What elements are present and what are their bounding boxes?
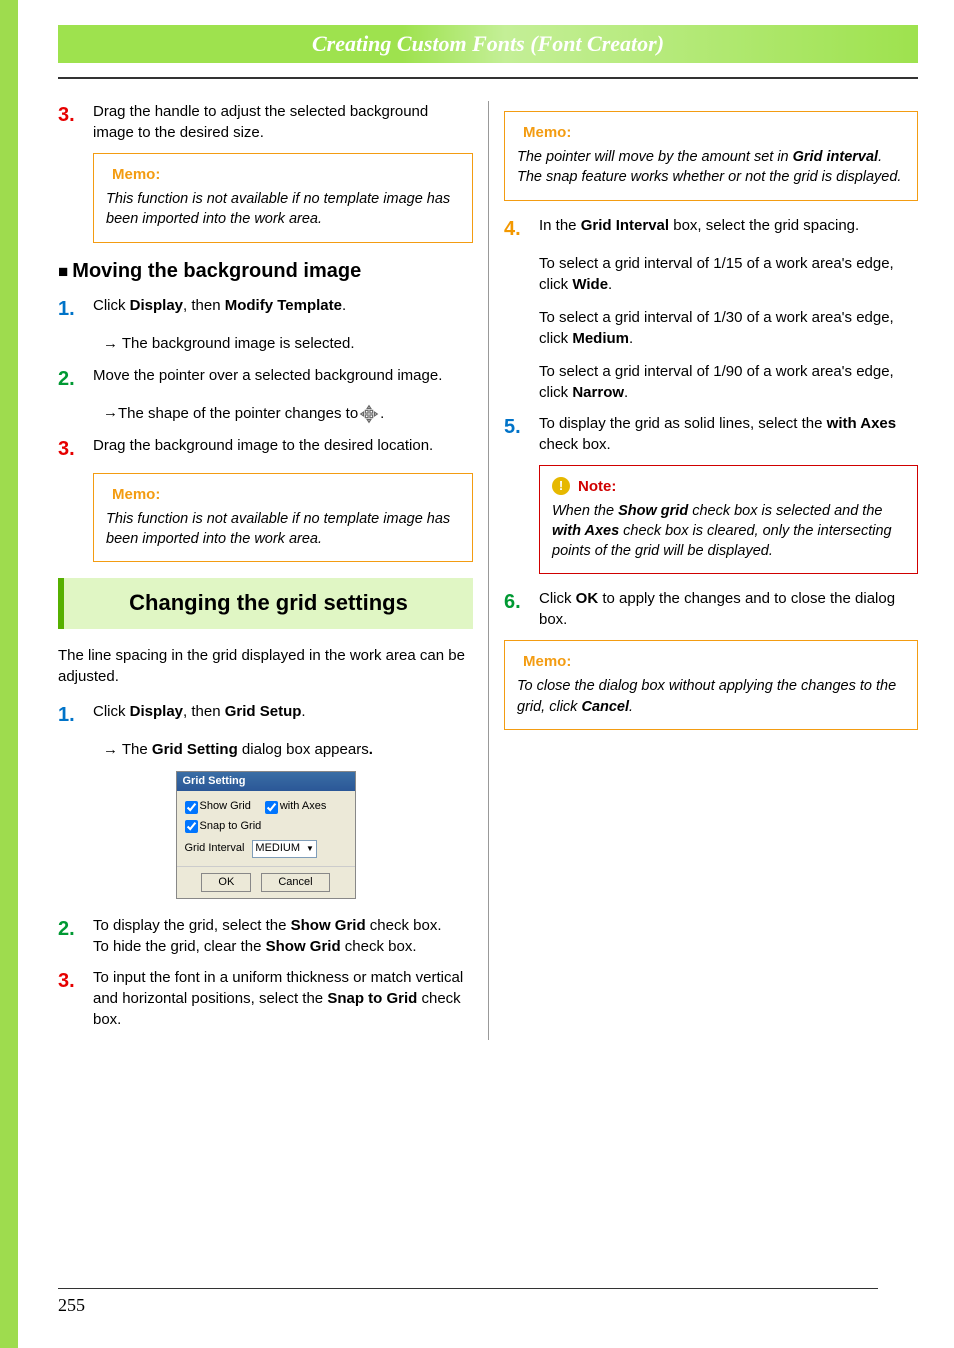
memo-text: This function is not available if no tem… <box>106 509 460 550</box>
memo-label: Memo: <box>112 484 160 505</box>
step-number: 1. <box>58 701 93 729</box>
step-1-grid-setup: 1. Click Display, then Grid Setup. <box>58 701 473 729</box>
page-number: 255 <box>58 1295 85 1315</box>
dialog-titlebar: Grid Setting <box>177 772 355 791</box>
memo-text: This function is not available if no tem… <box>106 189 460 230</box>
step-text: Click Display, then Grid Setup. <box>93 701 473 722</box>
memo-header: Memo: <box>106 164 460 185</box>
step-4-grid-interval: 4. In the Grid Interval box, select the … <box>504 215 918 243</box>
grid-interval-select[interactable]: MEDIUM ▼ <box>252 840 317 857</box>
column-left: 3. Drag the handle to adjust the selecte… <box>58 101 488 1040</box>
page-banner: Creating Custom Fonts (Font Creator) <box>58 25 918 63</box>
step-5-with-axes: 5. To display the grid as solid lines, s… <box>504 413 918 455</box>
step-1-click-display: 1. Click Display, then Modify Template. <box>58 295 473 323</box>
square-bullet-icon: ■ <box>58 262 68 281</box>
memo-label: Memo: <box>112 164 160 185</box>
step-number: 1. <box>58 295 93 323</box>
step-3-drag-bg: 3. Drag the background image to the desi… <box>58 435 473 463</box>
page-footer: 255 <box>58 1288 878 1318</box>
step-text: To input the font in a uniform thickness… <box>93 967 473 1030</box>
tab-strip <box>0 0 18 1348</box>
note-label: Note: <box>578 476 616 497</box>
memo-header: Memo: <box>517 651 905 672</box>
memo-label: Memo: <box>523 122 571 143</box>
show-grid-label: Show Grid <box>200 799 251 814</box>
note-box: ! Note: When the Show grid check box is … <box>539 465 918 575</box>
memo-box: Memo: The pointer will move by the amoun… <box>504 111 918 201</box>
step-number: 3. <box>58 101 93 129</box>
ok-button[interactable]: OK <box>201 873 251 892</box>
step-number: 6. <box>504 588 539 616</box>
step-text: Move the pointer over a selected backgro… <box>93 365 473 386</box>
memo-header: Memo: <box>106 484 460 505</box>
column-right: Memo: The pointer will move by the amoun… <box>488 101 918 1040</box>
move-cursor-icon <box>358 403 380 425</box>
step-text: Drag the handle to adjust the selected b… <box>93 101 473 143</box>
note-text: When the Show grid check box is selected… <box>552 501 905 562</box>
step-detail-narrow: To select a grid interval of 1/90 of a w… <box>539 361 918 403</box>
step-2-move-pointer: 2. Move the pointer over a selected back… <box>58 365 473 393</box>
step-text: To display the grid as solid lines, sele… <box>539 413 918 455</box>
step-2-show-grid: 2. To display the grid, select the Show … <box>58 915 473 957</box>
page: Creating Custom Fonts (Font Creator) 3. … <box>0 0 954 1348</box>
memo-header: Memo: <box>517 122 905 143</box>
step-number: 2. <box>58 915 93 943</box>
memo-box: Memo: To close the dialog box without ap… <box>504 640 918 730</box>
note-header: ! Note: <box>552 476 905 497</box>
memo-label: Memo: <box>523 651 571 672</box>
step-text: To display the grid, select the Show Gri… <box>93 915 473 957</box>
step-text: Click OK to apply the changes and to clo… <box>539 588 918 630</box>
memo-box: Memo: This function is not available if … <box>93 473 473 563</box>
step-6-click-ok: 6. Click OK to apply the changes and to … <box>504 588 918 630</box>
step-number: 2. <box>58 365 93 393</box>
subheading-text: Moving the background image <box>72 260 361 282</box>
step-text: In the Grid Interval box, select the gri… <box>539 215 918 236</box>
subheading-moving-bg: ■Moving the background image <box>58 257 473 285</box>
step-detail-wide: To select a grid interval of 1/15 of a w… <box>539 253 918 295</box>
step-detail-medium: To select a grid interval of 1/30 of a w… <box>539 307 918 349</box>
step-text: Click Display, then Modify Template. <box>93 295 473 316</box>
step-result: → The Grid Setting dialog box appears. <box>103 739 473 761</box>
grid-setting-dialog: Grid Setting Show Grid with Axes Snap to… <box>176 771 356 899</box>
grid-interval-label: Grid Interval <box>185 841 245 856</box>
with-axes-checkbox[interactable] <box>265 801 278 814</box>
dialog-body: Show Grid with Axes Snap to Grid Grid In… <box>177 791 355 865</box>
step-3-snap-to-grid: 3. To input the font in a uniform thickn… <box>58 967 473 1030</box>
dropdown-arrow-icon: ▼ <box>306 843 314 854</box>
main-content: Creating Custom Fonts (Font Creator) 3. … <box>18 0 954 1348</box>
step-number: 4. <box>504 215 539 243</box>
intro-text: The line spacing in the grid displayed i… <box>58 645 473 687</box>
memo-box: Memo: This function is not available if … <box>93 153 473 243</box>
section-title-grid-settings: Changing the grid settings <box>58 578 473 629</box>
with-axes-label: with Axes <box>280 799 326 814</box>
step-result: → The shape of the pointer changes to . <box>103 403 473 425</box>
step-text: Drag the background image to the desired… <box>93 435 473 456</box>
memo-text: The pointer will move by the amount set … <box>517 147 905 188</box>
step-number: 3. <box>58 435 93 463</box>
note-icon: ! <box>552 477 570 495</box>
cancel-button[interactable]: Cancel <box>261 873 329 892</box>
step-result: → The background image is selected. <box>103 333 473 355</box>
step-3-drag-handle: 3. Drag the handle to adjust the selecte… <box>58 101 473 143</box>
columns: 3. Drag the handle to adjust the selecte… <box>58 101 918 1040</box>
step-number: 5. <box>504 413 539 441</box>
memo-text: To close the dialog box without applying… <box>517 676 905 717</box>
header-rule <box>58 77 918 79</box>
step-number: 3. <box>58 967 93 995</box>
snap-to-grid-label: Snap to Grid <box>200 819 262 834</box>
snap-to-grid-checkbox[interactable] <box>185 820 198 833</box>
grid-interval-value: MEDIUM <box>255 841 300 856</box>
show-grid-checkbox[interactable] <box>185 801 198 814</box>
